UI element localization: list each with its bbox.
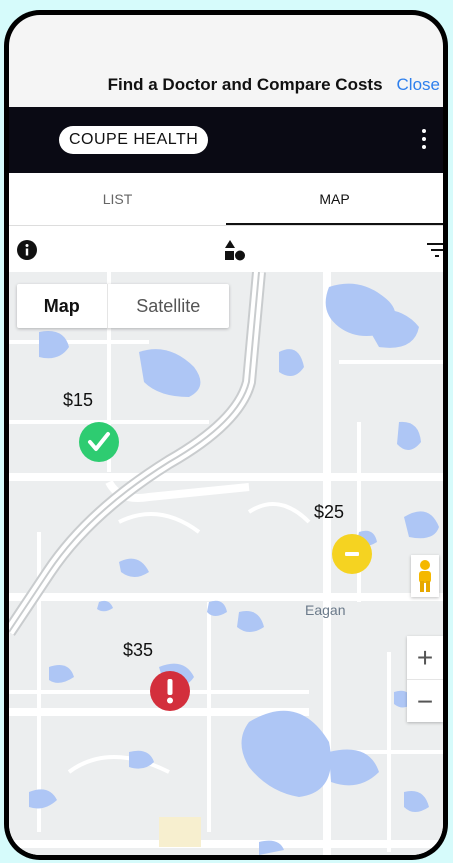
- shapes-icon[interactable]: [224, 239, 246, 261]
- info-icon[interactable]: [17, 240, 37, 260]
- filter-icon[interactable]: [427, 242, 443, 258]
- map-view[interactable]: Map Satellite Eagan $15 $25 $35 + −: [9, 272, 443, 855]
- phone-frame: Find a Doctor and Compare Costs Close CO…: [4, 10, 448, 860]
- map-marker-alert[interactable]: [150, 671, 190, 711]
- marker-price-label: $35: [123, 640, 154, 660]
- exclamation-icon: [167, 679, 173, 704]
- map-type-satellite-button[interactable]: Satellite: [108, 284, 229, 328]
- close-button[interactable]: Close: [397, 75, 440, 95]
- header-bar: Find a Doctor and Compare Costs Close: [9, 57, 443, 112]
- app-screen: Find a Doctor and Compare Costs Close CO…: [9, 15, 443, 855]
- tab-map[interactable]: MAP: [226, 173, 443, 225]
- zoom-control: + −: [407, 636, 443, 722]
- map-marker-minus[interactable]: [332, 534, 372, 574]
- view-tabs: LIST MAP: [9, 173, 443, 226]
- map-marker-check[interactable]: [79, 422, 119, 462]
- minus-icon: [345, 552, 359, 556]
- brand-logo: COUPE HEALTH: [59, 126, 209, 154]
- place-label-eagan: Eagan: [305, 602, 346, 618]
- map-type-control: Map Satellite: [17, 284, 229, 328]
- marker-price-label: $25: [314, 502, 345, 522]
- map-background: [9, 272, 443, 855]
- kebab-menu-icon[interactable]: [421, 129, 427, 151]
- page-title: Find a Doctor and Compare Costs: [107, 74, 383, 94]
- zoom-out-button[interactable]: −: [407, 680, 443, 723]
- map-type-map-button[interactable]: Map: [17, 284, 108, 328]
- marker-price-label: $15: [63, 390, 94, 410]
- map-toolbar: [9, 226, 443, 272]
- brand-bar: COUPE HEALTH: [9, 107, 443, 173]
- street-view-pegman-button[interactable]: [411, 555, 439, 597]
- tab-list[interactable]: LIST: [9, 173, 226, 225]
- zoom-in-button[interactable]: +: [407, 636, 443, 680]
- check-icon: [88, 432, 110, 451]
- pegman-icon: [419, 560, 431, 592]
